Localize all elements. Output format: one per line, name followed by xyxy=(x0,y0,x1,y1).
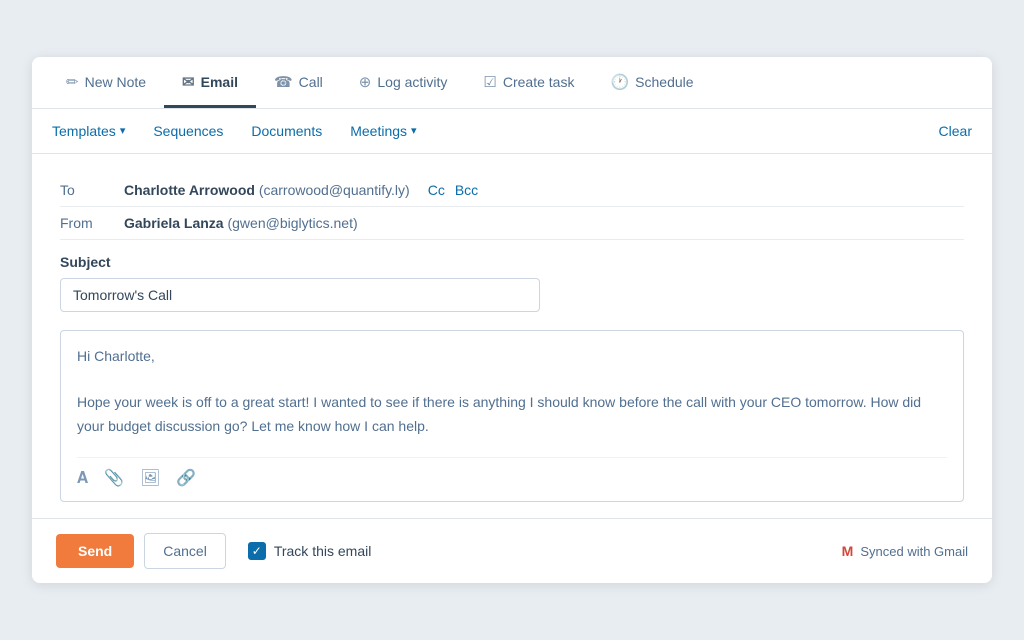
sub-toolbar: Templates ▾ Sequences Documents Meetings… xyxy=(32,109,992,154)
subject-input[interactable] xyxy=(60,278,540,312)
body-content: Hope your week is off to a great start! … xyxy=(77,391,947,439)
to-value: Charlotte Arrowood (carrowood@quantify.l… xyxy=(124,182,410,198)
to-row: To Charlotte Arrowood (carrowood@quantif… xyxy=(60,174,964,207)
tab-create-task-label: Create task xyxy=(503,74,575,90)
tab-schedule-label: Schedule xyxy=(635,74,693,90)
documents-label: Documents xyxy=(251,123,322,139)
pencil-icon: ✏ xyxy=(66,73,79,91)
tab-call[interactable]: ☎ Call xyxy=(256,57,341,108)
gmail-icon: M xyxy=(842,543,854,559)
templates-label: Templates xyxy=(52,123,116,139)
body-greeting: Hi Charlotte, xyxy=(77,345,947,369)
subject-label: Subject xyxy=(60,254,964,270)
tab-schedule[interactable]: 🕐 Schedule xyxy=(592,57,711,108)
attach-icon[interactable]: 📎 xyxy=(104,466,124,492)
from-email: (gwen@biglytics.net) xyxy=(227,215,357,231)
body-toolbar: 𝐀 📎 🖼 🔗 xyxy=(77,457,947,492)
track-email-label: Track this email xyxy=(274,543,372,559)
footer: Send Cancel ✓ Track this email M Synced … xyxy=(32,518,992,583)
meetings-chevron-icon: ▾ xyxy=(411,124,417,137)
tab-log-activity[interactable]: ⊕ Log activity xyxy=(341,57,466,108)
track-email-row: ✓ Track this email xyxy=(248,542,372,560)
templates-button[interactable]: Templates ▾ xyxy=(52,119,125,143)
meetings-button[interactable]: Meetings ▾ xyxy=(350,119,416,143)
sequences-button[interactable]: Sequences xyxy=(153,119,223,143)
to-email: (carrowood@quantify.ly) xyxy=(259,182,410,198)
tab-bar: ✏ New Note ✉ Email ☎ Call ⊕ Log activity… xyxy=(32,57,992,109)
send-button[interactable]: Send xyxy=(56,534,134,568)
from-row: From Gabriela Lanza (gwen@biglytics.net) xyxy=(60,207,964,240)
cc-bcc-group: Cc Bcc xyxy=(428,182,478,198)
tab-email[interactable]: ✉ Email xyxy=(164,57,256,108)
synced-gmail-label: Synced with Gmail xyxy=(860,544,968,559)
phone-icon: ☎ xyxy=(274,73,293,91)
sequences-label: Sequences xyxy=(153,123,223,139)
tab-call-label: Call xyxy=(299,74,323,90)
documents-button[interactable]: Documents xyxy=(251,119,322,143)
tab-email-label: Email xyxy=(201,74,238,90)
from-name: Gabriela Lanza xyxy=(124,215,224,231)
plus-circle-icon: ⊕ xyxy=(359,73,372,91)
email-body-area[interactable]: Hi Charlotte, Hope your week is off to a… xyxy=(60,330,964,502)
clock-icon: 🕐 xyxy=(610,73,629,91)
tab-new-note-label: New Note xyxy=(85,74,146,90)
to-name: Charlotte Arrowood xyxy=(124,182,255,198)
to-label: To xyxy=(60,182,124,198)
bcc-button[interactable]: Bcc xyxy=(455,182,478,198)
tab-log-activity-label: Log activity xyxy=(377,74,447,90)
email-form: To Charlotte Arrowood (carrowood@quantif… xyxy=(32,154,992,518)
track-email-checkbox[interactable]: ✓ xyxy=(248,542,266,560)
meetings-label: Meetings xyxy=(350,123,407,139)
from-label: From xyxy=(60,215,124,231)
from-value: Gabriela Lanza (gwen@biglytics.net) xyxy=(124,215,358,231)
checkbox-icon: ☑ xyxy=(483,73,496,91)
cc-button[interactable]: Cc xyxy=(428,182,445,198)
synced-gmail-indicator: M Synced with Gmail xyxy=(842,543,968,559)
tab-new-note[interactable]: ✏ New Note xyxy=(48,57,164,108)
email-icon: ✉ xyxy=(182,73,195,91)
image-icon[interactable]: 🖼 xyxy=(140,466,160,492)
subject-section: Subject xyxy=(60,240,964,320)
templates-chevron-icon: ▾ xyxy=(120,124,126,137)
tab-create-task[interactable]: ☑ Create task xyxy=(465,57,592,108)
clear-button[interactable]: Clear xyxy=(939,123,972,139)
link-icon[interactable]: 🔗 xyxy=(176,466,196,492)
cancel-button[interactable]: Cancel xyxy=(144,533,226,569)
font-format-icon[interactable]: 𝐀 xyxy=(77,466,88,492)
